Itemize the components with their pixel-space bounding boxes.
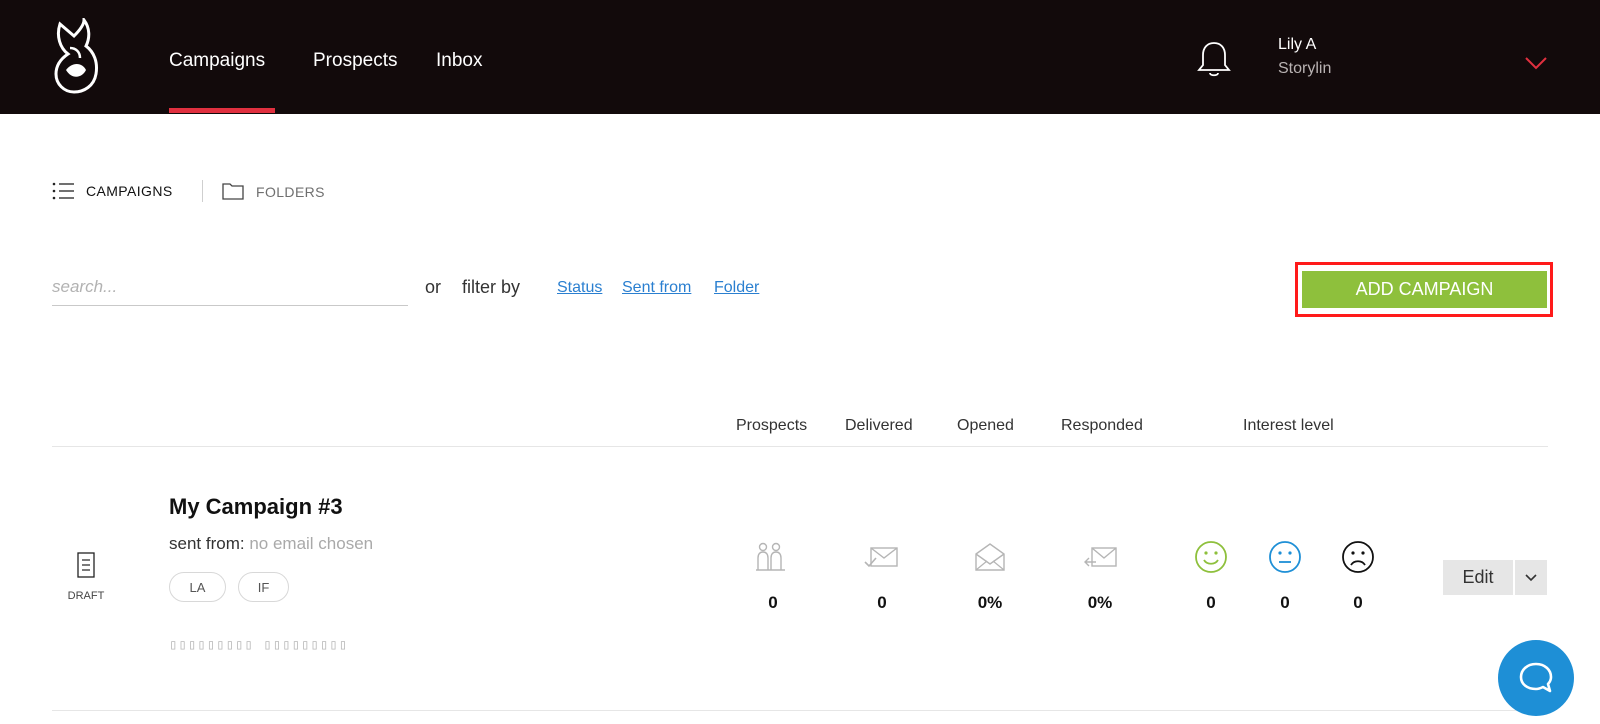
users-icon [756,542,785,571]
interest-neutral-count: 0 [1280,593,1290,612]
row-divider [52,710,1548,711]
sad-face-icon [1342,541,1374,573]
campaign-name[interactable]: My Campaign #3 [169,494,343,520]
placeholder-glyphs: ▯▯▯▯▯▯▯▯▯ ▯▯▯▯▯▯▯▯▯ [169,637,349,653]
search-field [52,268,408,306]
column-header-prospects: Prospects [736,417,808,434]
view-toggle: CAMPAIGNS FOLDERS [52,178,352,206]
filter-status-link[interactable]: Status [557,279,602,297]
chat-icon [1519,662,1553,693]
sent-from: sent from: no email chosen [169,534,373,554]
column-header-responded: Responded [1061,417,1143,434]
tag-la[interactable]: LA [169,572,226,602]
column-header-delivered: Delivered [845,417,913,434]
tag-if[interactable]: IF [238,572,289,602]
filter-folder-link[interactable]: Folder [714,279,759,297]
smile-icon [1195,541,1227,573]
status-badge: DRAFT [67,590,105,602]
filter-sent-from-link[interactable]: Sent from [622,279,691,297]
add-campaign-button[interactable]: ADD CAMPAIGN [1302,271,1547,308]
edit-dropdown-button[interactable] [1515,560,1547,595]
search-input[interactable] [52,274,408,300]
nav-inbox[interactable]: Inbox [436,50,482,72]
opened-rate: 0% [977,593,1003,612]
chevron-down-icon[interactable] [1524,55,1548,71]
delivered-count: 0 [877,593,887,612]
list-icon[interactable] [52,182,74,200]
responded-icon [1084,547,1117,567]
opened-icon [975,543,1005,571]
edit-button[interactable]: Edit [1443,560,1513,595]
delivered-icon [864,547,898,568]
logo-icon[interactable] [50,18,102,94]
active-nav-indicator [169,108,275,113]
neutral-face-icon [1269,541,1301,573]
responded-rate: 0% [1087,593,1113,612]
chevron-down-icon [1525,573,1537,581]
document-icon [77,552,95,578]
filter-by-label: filter by [462,277,521,297]
prospects-count: 0 [768,593,778,612]
interest-positive-count: 0 [1206,593,1216,612]
chat-launcher-button[interactable] [1498,640,1574,716]
sent-from-label: sent from: [169,534,245,553]
tab-divider [202,180,203,202]
folder-icon[interactable] [222,182,244,200]
sent-from-value: no email chosen [249,534,374,553]
tab-folders[interactable]: FOLDERS [256,184,325,200]
top-navigation-bar: Campaigns Prospects Inbox Lily A Storyli… [0,0,1600,114]
bell-icon[interactable] [1197,40,1231,78]
nav-prospects[interactable]: Prospects [313,50,397,72]
or-label: or [425,277,442,297]
interest-negative-count: 0 [1353,593,1363,612]
column-header-opened: Opened [957,417,1014,434]
nav-campaigns[interactable]: Campaigns [169,50,265,72]
tab-campaigns[interactable]: CAMPAIGNS [86,183,173,199]
user-organization[interactable]: Storylin [1278,60,1331,78]
column-header-interest-level: Interest level [1243,417,1334,434]
user-name[interactable]: Lily A [1278,36,1316,54]
header-divider [52,446,1548,447]
